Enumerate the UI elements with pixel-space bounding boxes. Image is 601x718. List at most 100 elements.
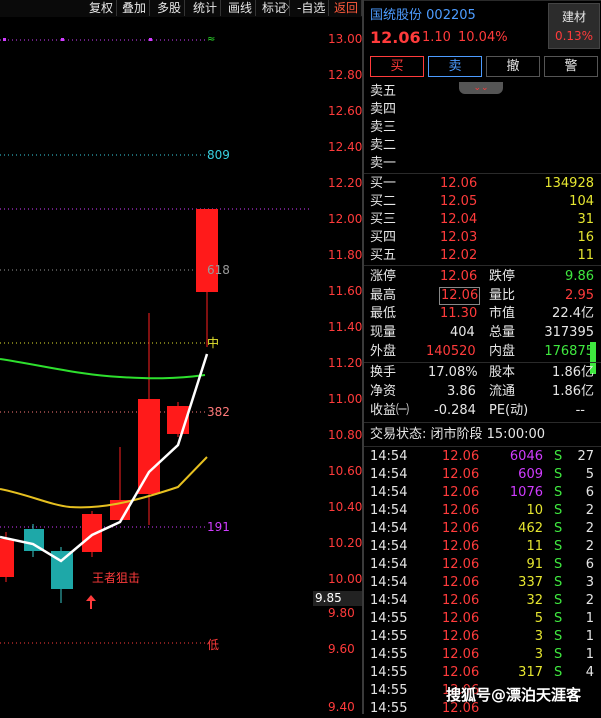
stock-name: 国统股份 xyxy=(370,8,423,23)
toolbar-fuquan-button[interactable]: 复权 xyxy=(86,0,118,16)
axis-price-1240: 12.40 xyxy=(328,140,363,154)
fib-label-low: 低 xyxy=(207,638,220,652)
tick-time: 14:54 xyxy=(370,449,408,464)
toolbar-draw-line-button[interactable]: 画线 xyxy=(225,0,257,16)
tick-volume: 317 xyxy=(518,665,543,680)
bid-3-label: 买三 xyxy=(370,212,397,227)
watermark: 搜狐号@漂泊天涯客 xyxy=(446,686,582,704)
current-volume-label: 现量 xyxy=(370,325,397,340)
tick-side: S xyxy=(554,593,563,608)
tick-price: 12.06 xyxy=(442,611,480,626)
kline-chart[interactable]: ≈ xyxy=(0,17,362,714)
alert-button[interactable]: 警 xyxy=(544,56,598,77)
limit-down-label: 跌停 xyxy=(489,269,516,284)
tick-volume: 10 xyxy=(526,503,543,518)
tick-side: S xyxy=(554,629,563,644)
separator xyxy=(364,265,601,266)
sector-box[interactable]: 建材 0.13% xyxy=(548,3,600,49)
expand-chevron-icon[interactable]: ⌄⌄ xyxy=(459,82,503,94)
tick-side: S xyxy=(554,665,563,680)
bid-4-vol: 16 xyxy=(577,230,594,245)
float-label: 流通 xyxy=(489,384,516,399)
bid-5-vol: 11 xyxy=(577,248,594,263)
tick-count: 2 xyxy=(585,521,594,536)
quote-panel: 国统股份 002205 12.06 1.10 10.04% 建材 0.13% 买… xyxy=(364,0,601,716)
axis-price-1020: 10.20 xyxy=(328,536,363,550)
tick-time: 14:55 xyxy=(370,611,408,626)
bid-4-label: 买四 xyxy=(370,230,397,245)
tick-count: 1 xyxy=(585,629,594,644)
tick-side: S xyxy=(554,611,563,626)
low-value: 11.30 xyxy=(440,306,478,321)
fib-label-mid: 中 xyxy=(207,336,220,350)
tick-volume: 609 xyxy=(518,467,543,482)
toolbar-remove-watchlist-button[interactable]: -自选 xyxy=(294,0,330,16)
bid-1-price: 12.06 xyxy=(440,176,478,191)
axis-price-1180: 11.80 xyxy=(328,248,363,262)
bid-1-label: 买一 xyxy=(370,176,397,191)
buy-button[interactable]: 买 xyxy=(370,56,424,77)
tick-volume: 6046 xyxy=(509,449,543,464)
tick-side: S xyxy=(554,467,563,482)
tick-time: 14:55 xyxy=(370,647,408,662)
tick-time: 14:54 xyxy=(370,503,408,518)
high-value: 12.06 xyxy=(439,287,481,305)
chart-toolbar: 复权 叠加 多股 统计 画线 标记 ◇ -自选 返回 xyxy=(0,0,363,17)
inner-volume-value: 176875 xyxy=(544,344,594,359)
diamond-icon[interactable]: ◇ xyxy=(281,0,289,13)
axis-price-1140: 11.40 xyxy=(328,320,363,334)
tick-volume: 11 xyxy=(526,539,543,554)
bid-2-price: 12.05 xyxy=(440,194,478,209)
toolbar-stats-button[interactable]: 统计 xyxy=(190,0,222,16)
toolbar-multi-stock-button[interactable]: 多股 xyxy=(154,0,186,16)
stock-change: 1.10 xyxy=(422,30,451,45)
tick-volume: 3 xyxy=(534,629,543,644)
ask-5-label: 卖五 xyxy=(370,84,397,99)
axis-price-1080: 10.80 xyxy=(328,428,363,442)
fib-label-618: 618 xyxy=(207,263,230,277)
fib-label-809: 809 xyxy=(207,148,230,162)
separator xyxy=(364,422,601,423)
tick-price: 12.06 xyxy=(442,647,480,662)
high-label: 最高 xyxy=(370,288,397,303)
signal-annotation: 王者狙击 xyxy=(92,571,141,585)
cancel-order-button[interactable]: 撤 xyxy=(486,56,540,77)
sector-pct: 0.13% xyxy=(554,29,594,43)
tick-side: S xyxy=(554,485,563,500)
net-assets-label: 净资 xyxy=(370,384,397,399)
tick-count: 2 xyxy=(585,539,594,554)
tick-time: 14:55 xyxy=(370,683,408,698)
tick-volume: 5 xyxy=(534,611,543,626)
tick-price: 12.06 xyxy=(442,575,480,590)
tick-count: 27 xyxy=(577,449,594,464)
axis-price-1100: 11.00 xyxy=(328,392,363,406)
tick-side: S xyxy=(554,647,563,662)
marker-dot xyxy=(3,38,6,41)
tick-time: 14:54 xyxy=(370,467,408,482)
tick-side: S xyxy=(554,521,563,536)
market-cap-value: 22.4亿 xyxy=(552,306,594,321)
market-cap-label: 市值 xyxy=(489,306,516,321)
axis-price-1060: 10.60 xyxy=(328,464,363,478)
outer-volume-label: 外盘 xyxy=(370,344,397,359)
toolbar-overlay-button[interactable]: 叠加 xyxy=(119,0,151,16)
sell-button[interactable]: 卖 xyxy=(428,56,482,77)
tick-count: 3 xyxy=(585,575,594,590)
limit-down-value: 9.86 xyxy=(565,269,594,284)
ask-1-label: 卖一 xyxy=(370,156,397,171)
toolbar-back-button[interactable]: 返回 xyxy=(331,0,363,16)
sector-name: 建材 xyxy=(561,10,586,24)
axis-price-1160: 11.60 xyxy=(328,284,363,298)
tick-volume: 3 xyxy=(534,647,543,662)
axis-price-1000: 10.00 xyxy=(328,572,363,586)
tick-volume: 32 xyxy=(526,593,543,608)
axis-price-1220: 12.20 xyxy=(328,176,363,190)
ma-yellow xyxy=(0,456,208,509)
volume-ratio-label: 量比 xyxy=(489,288,516,303)
total-volume-label: 总量 xyxy=(489,325,516,340)
tick-count: 2 xyxy=(585,503,594,518)
tick-price: 12.06 xyxy=(442,503,480,518)
tick-time: 14:55 xyxy=(370,629,408,644)
candle-up xyxy=(0,539,14,577)
bid-1-vol: 134928 xyxy=(544,176,594,191)
